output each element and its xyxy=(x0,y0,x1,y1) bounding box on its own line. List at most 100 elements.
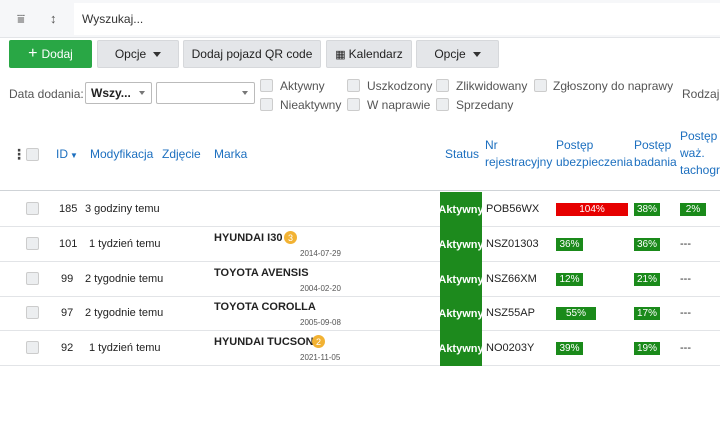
type-filter-label: Rodzaj xyxy=(682,87,720,101)
table-row[interactable]: 101 1 tydzień temu HYUNDAI I30 3 2014-07-29 A… xyxy=(0,227,720,262)
badanie-header-line2: badania xyxy=(634,155,677,169)
row-registration[interactable]: NSZ01303 xyxy=(486,238,539,250)
column-header-postep-badania[interactable]: Postęp badania xyxy=(634,137,677,171)
calendar-label: Kalendarz xyxy=(348,47,403,61)
row-tachograph-progress: --- xyxy=(680,238,691,250)
date-added-select[interactable]: Wszy... xyxy=(85,82,152,104)
row-checkbox[interactable] xyxy=(26,341,39,354)
nr-rej-header-line2: rejestracyjny xyxy=(485,155,553,169)
row-checkbox[interactable] xyxy=(26,202,39,215)
row-checkbox[interactable] xyxy=(26,272,39,285)
row-insurance-progress: 104% xyxy=(556,203,628,216)
row-checkbox[interactable] xyxy=(26,237,39,250)
row-inspection-progress: 21% xyxy=(634,273,660,286)
options2-label: Opcje xyxy=(434,47,466,61)
row-id: 101 xyxy=(59,238,78,250)
row-modification-time: 2 tygodnie temu xyxy=(85,307,164,319)
tree-view-icon[interactable]: ⩸ xyxy=(17,11,25,27)
sort-desc-icon: ▼ xyxy=(70,151,78,160)
column-header-marka[interactable]: Marka xyxy=(214,146,247,163)
tach-header-line1: Postęp xyxy=(680,129,718,143)
checkbox-label-uszkodzony: Uszkodzony xyxy=(367,79,433,93)
row-status-badge: Aktywny xyxy=(438,331,484,366)
row-id: 92 xyxy=(61,342,74,354)
row-make[interactable]: TOYOTA COROLLA xyxy=(214,301,316,313)
nr-rej-header-line1: Nr xyxy=(485,138,498,152)
checkbox-label-nieaktywny: Nieaktywny xyxy=(280,98,342,112)
row-make[interactable]: TOYOTA AVENSIS xyxy=(214,267,309,279)
checkbox-label-aktywny: Aktywny xyxy=(280,79,325,93)
options-dropdown-button[interactable]: Opcje xyxy=(97,40,179,68)
column-header-id[interactable]: ID ▼ xyxy=(56,146,78,164)
checkbox-label-w-naprawie: W naprawie xyxy=(367,98,431,112)
row-checkbox[interactable] xyxy=(26,306,39,319)
row-tachograph-progress: --- xyxy=(680,307,691,319)
options2-dropdown-button[interactable]: Opcje xyxy=(416,40,499,68)
row-make[interactable]: HYUNDAI TUCSON xyxy=(214,336,314,348)
caret-down-icon xyxy=(153,51,162,57)
row-modification-time: 3 godziny temu xyxy=(85,203,160,215)
column-header-postep-ubezpieczenia[interactable]: Postęp ubezpieczenia xyxy=(556,137,633,171)
add-button[interactable]: + Dodaj xyxy=(9,40,92,68)
table-row[interactable]: 92 1 tydzień temu HYUNDAI TUCSON 2 2021-11-0… xyxy=(0,331,720,366)
date-select-value: Wszy... xyxy=(91,86,131,100)
date-added-label: Data dodania: xyxy=(9,87,84,101)
checkbox-zgloszony[interactable] xyxy=(534,79,547,92)
row-registration[interactable]: NSZ55AP xyxy=(486,307,535,319)
table-row[interactable]: 185 3 godziny temu Aktywny POB56WX 104% 38% 2% xyxy=(0,192,720,227)
row-modification-time: 1 tydzień temu xyxy=(89,342,161,354)
sort-arrows-icon[interactable]: ↕ xyxy=(50,11,57,26)
select-all-checkbox[interactable] xyxy=(26,148,39,161)
checkbox-label-zgloszony: Zgłoszony do naprawy xyxy=(553,79,674,93)
checkbox-zlikwidowany[interactable] xyxy=(436,79,449,92)
tach-header-line2: waż. xyxy=(680,146,705,160)
ubezp-header-line1: Postęp xyxy=(556,138,594,152)
row-tachograph-progress: 2% xyxy=(680,203,706,216)
table-row[interactable]: 99 2 tygodnie temu TOYOTA AVENSIS 2004-02-2… xyxy=(0,262,720,297)
calendar-icon: ▦ xyxy=(335,48,346,61)
row-insurance-progress: 36% xyxy=(556,238,583,251)
search-input[interactable] xyxy=(74,3,720,35)
row-date: 2004-02-20 xyxy=(300,284,341,293)
row-make[interactable]: HYUNDAI I30 xyxy=(214,232,282,244)
column-header-zdjecie[interactable]: Zdjęcie xyxy=(162,146,201,163)
date-range-select[interactable] xyxy=(156,82,255,104)
row-registration[interactable]: NO0203Y xyxy=(486,342,534,354)
row-inspection-progress: 17% xyxy=(634,307,660,320)
column-header-nr-rejestracyjny[interactable]: Nr rejestracyjny xyxy=(485,137,552,171)
column-header-postep-tachografu[interactable]: Postęp waż. tachogra xyxy=(680,128,720,179)
add-vehicle-qr-button[interactable]: Dodaj pojazd QR code xyxy=(183,40,321,68)
column-header-modyfikacja[interactable]: Modyfikacja xyxy=(90,146,153,163)
row-modification-time: 1 tydzień temu xyxy=(89,238,161,250)
row-status-badge: Aktywny xyxy=(438,227,484,262)
row-count-badge: 2 xyxy=(312,335,325,348)
row-tachograph-progress: --- xyxy=(680,342,691,354)
id-header-label: ID xyxy=(56,147,68,161)
checkbox-nieaktywny[interactable] xyxy=(260,98,273,111)
checkbox-uszkodzony[interactable] xyxy=(347,79,360,92)
checkbox-aktywny[interactable] xyxy=(260,79,273,92)
row-registration[interactable]: POB56WX xyxy=(486,203,539,215)
row-insurance-progress: 12% xyxy=(556,273,583,286)
row-date: 2014-07-29 xyxy=(300,249,341,258)
row-registration[interactable]: NSZ66XM xyxy=(486,273,537,285)
row-status-badge: Aktywny xyxy=(438,192,484,227)
row-id: 97 xyxy=(61,307,74,319)
checkbox-sprzedany[interactable] xyxy=(436,98,449,111)
column-menu-icon[interactable]: ⋮ xyxy=(12,146,26,163)
row-inspection-progress: 19% xyxy=(634,342,660,355)
search-bar: ⩸ ↕ xyxy=(0,0,720,38)
row-id: 185 xyxy=(59,203,78,215)
column-header-status[interactable]: Status xyxy=(445,146,479,163)
calendar-button[interactable]: ▦ Kalendarz xyxy=(326,40,412,68)
ubezp-header-line2: ubezpieczenia xyxy=(556,155,633,169)
select-arrow-icon xyxy=(242,91,248,95)
row-insurance-progress: 55% xyxy=(556,307,596,320)
row-status-badge: Aktywny xyxy=(438,296,484,331)
row-modification-time: 2 tygodnie temu xyxy=(85,273,164,285)
table-row[interactable]: 97 2 tygodnie temu TOYOTA COROLLA 2005-09-0… xyxy=(0,296,720,331)
caret-down-icon xyxy=(472,51,481,57)
row-id: 99 xyxy=(61,273,74,285)
checkbox-label-sprzedany: Sprzedany xyxy=(456,98,514,112)
checkbox-w-naprawie[interactable] xyxy=(347,98,360,111)
